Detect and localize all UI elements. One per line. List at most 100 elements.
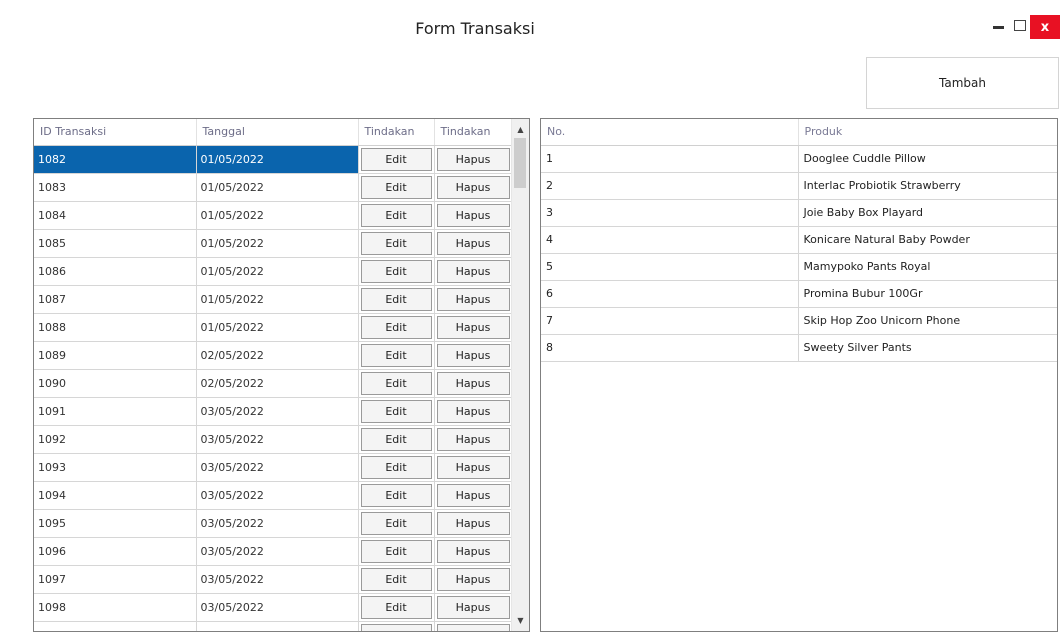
cell-no[interactable]: 2 — [541, 172, 799, 200]
edit-button[interactable]: Edit — [360, 483, 432, 507]
table-row[interactable]: 1083 01/05/2022 Edit Hapus — [34, 173, 513, 202]
table-row[interactable]: 1089 02/05/2022 Edit Hapus — [34, 341, 513, 370]
transactions-grid[interactable]: ID Transaksi Tanggal Tindakan Tindakan 1… — [33, 118, 530, 632]
cell-id[interactable]: 1095 — [34, 509, 197, 538]
tambah-button[interactable]: Tambah — [866, 57, 1059, 109]
cell-date[interactable]: 03/05/2022 — [196, 565, 359, 594]
products-grid[interactable]: No. Produk 1 Dooglee Cuddle Pillow 2 Interl… — [540, 118, 1058, 632]
table-row[interactable]: 1084 01/05/2022 Edit Hapus — [34, 201, 513, 230]
hapus-button[interactable]: Hapus — [436, 567, 510, 591]
cell-date[interactable]: 01/05/2022 — [196, 313, 359, 342]
table-row[interactable]: 1091 03/05/2022 Edit Hapus — [34, 397, 513, 426]
cell-date[interactable]: 03/05/2022 — [196, 453, 359, 482]
cell-date[interactable]: 03/05/2022 — [196, 593, 359, 622]
cell-no[interactable]: 7 — [541, 307, 799, 335]
table-row[interactable]: 1087 01/05/2022 Edit Hapus — [34, 285, 513, 314]
edit-button[interactable]: Edit — [360, 203, 432, 227]
table-row[interactable]: 8 Sweety Silver Pants — [541, 334, 1057, 362]
edit-button[interactable]: Edit — [360, 539, 432, 563]
edit-button[interactable]: Edit — [360, 147, 432, 171]
edit-button[interactable]: Edit — [360, 511, 432, 535]
table-row[interactable]: 1090 02/05/2022 Edit Hapus — [34, 369, 513, 398]
table-row[interactable]: 1085 01/05/2022 Edit Hapus — [34, 229, 513, 258]
edit-button[interactable]: Edit — [360, 427, 432, 451]
table-row[interactable]: 3 Joie Baby Box Playard — [541, 199, 1057, 227]
cell-id[interactable]: 1082 — [34, 145, 197, 174]
hapus-button[interactable]: Hapus — [436, 203, 510, 227]
cell-no[interactable]: 1 — [541, 145, 799, 173]
table-row[interactable]: 1092 03/05/2022 Edit Hapus — [34, 425, 513, 454]
cell-date[interactable]: 03/05/2022 — [196, 621, 359, 631]
cell-date[interactable]: 03/05/2022 — [196, 397, 359, 426]
cell-no[interactable]: 5 — [541, 253, 799, 281]
table-row[interactable]: 7 Skip Hop Zoo Unicorn Phone — [541, 307, 1057, 335]
table-row[interactable]: 2 Interlac Probiotik Strawberry — [541, 172, 1057, 200]
hapus-button[interactable]: Hapus — [436, 623, 510, 631]
hapus-button[interactable]: Hapus — [436, 231, 510, 255]
edit-button[interactable]: Edit — [360, 175, 432, 199]
cell-date[interactable]: 01/05/2022 — [196, 201, 359, 230]
cell-date[interactable]: 01/05/2022 — [196, 145, 359, 174]
cell-id[interactable]: 1088 — [34, 313, 197, 342]
cell-product[interactable]: Dooglee Cuddle Pillow — [798, 145, 1057, 173]
column-header-hapus[interactable]: Tindakan — [434, 119, 513, 146]
cell-id[interactable]: 1087 — [34, 285, 197, 314]
table-row[interactable]: 109903/05/2022Edit Hapus — [34, 621, 513, 631]
minimize-button[interactable] — [988, 10, 1008, 40]
cell-product[interactable]: Konicare Natural Baby Powder — [798, 226, 1057, 254]
cell-product[interactable]: Joie Baby Box Playard — [798, 199, 1057, 227]
cell-no[interactable]: 6 — [541, 280, 799, 308]
cell-id[interactable]: 1090 — [34, 369, 197, 398]
cell-date[interactable]: 02/05/2022 — [196, 341, 359, 370]
edit-button[interactable]: Edit — [360, 371, 432, 395]
table-row[interactable]: 1095 03/05/2022 Edit Hapus — [34, 509, 513, 538]
table-row[interactable]: 6 Promina Bubur 100Gr — [541, 280, 1057, 308]
cell-id[interactable]: 1098 — [34, 593, 197, 622]
cell-date[interactable]: 03/05/2022 — [196, 425, 359, 454]
edit-button[interactable]: Edit — [360, 315, 432, 339]
edit-button[interactable]: Edit — [360, 399, 432, 423]
table-row[interactable]: 1082 01/05/2022 Edit Hapus — [34, 145, 513, 174]
cell-id[interactable]: 1094 — [34, 481, 197, 510]
cell-id[interactable]: 1086 — [34, 257, 197, 286]
table-row[interactable]: 1 Dooglee Cuddle Pillow — [541, 145, 1057, 173]
column-header-id[interactable]: ID Transaksi — [34, 119, 197, 146]
edit-button[interactable]: Edit — [360, 287, 432, 311]
table-row[interactable]: 1094 03/05/2022 Edit Hapus — [34, 481, 513, 510]
hapus-button[interactable]: Hapus — [436, 427, 510, 451]
maximize-button[interactable] — [1010, 10, 1030, 40]
vertical-scrollbar[interactable]: ▲ ▼ — [511, 119, 529, 631]
cell-date[interactable]: 03/05/2022 — [196, 509, 359, 538]
cell-product[interactable]: Sweety Silver Pants — [798, 334, 1057, 362]
cell-id[interactable]: 1093 — [34, 453, 197, 482]
cell-id[interactable]: 1097 — [34, 565, 197, 594]
edit-button[interactable]: Edit — [360, 343, 432, 367]
scroll-up-icon[interactable]: ▲ — [512, 121, 529, 138]
hapus-button[interactable]: Hapus — [436, 175, 510, 199]
hapus-button[interactable]: Hapus — [436, 483, 510, 507]
cell-id[interactable]: 1083 — [34, 173, 197, 202]
column-header-produk[interactable]: Produk — [798, 119, 1057, 146]
hapus-button[interactable]: Hapus — [436, 371, 510, 395]
cell-id[interactable]: 1092 — [34, 425, 197, 454]
edit-button[interactable]: Edit — [360, 455, 432, 479]
cell-id[interactable]: 1084 — [34, 201, 197, 230]
edit-button[interactable]: Edit — [360, 567, 432, 591]
cell-id[interactable]: 1089 — [34, 341, 197, 370]
table-row[interactable]: 4 Konicare Natural Baby Powder — [541, 226, 1057, 254]
cell-product[interactable]: Interlac Probiotik Strawberry — [798, 172, 1057, 200]
hapus-button[interactable]: Hapus — [436, 315, 510, 339]
cell-date[interactable]: 02/05/2022 — [196, 369, 359, 398]
edit-button[interactable]: Edit — [360, 623, 432, 631]
cell-date[interactable]: 01/05/2022 — [196, 173, 359, 202]
table-row[interactable]: 1088 01/05/2022 Edit Hapus — [34, 313, 513, 342]
column-header-no[interactable]: No. — [541, 119, 799, 146]
column-header-edit[interactable]: Tindakan — [358, 119, 435, 146]
hapus-button[interactable]: Hapus — [436, 147, 510, 171]
hapus-button[interactable]: Hapus — [436, 511, 510, 535]
table-row[interactable]: 1098 03/05/2022 Edit Hapus — [34, 593, 513, 622]
cell-date[interactable]: 01/05/2022 — [196, 285, 359, 314]
cell-product[interactable]: Skip Hop Zoo Unicorn Phone — [798, 307, 1057, 335]
edit-button[interactable]: Edit — [360, 595, 432, 619]
edit-button[interactable]: Edit — [360, 259, 432, 283]
